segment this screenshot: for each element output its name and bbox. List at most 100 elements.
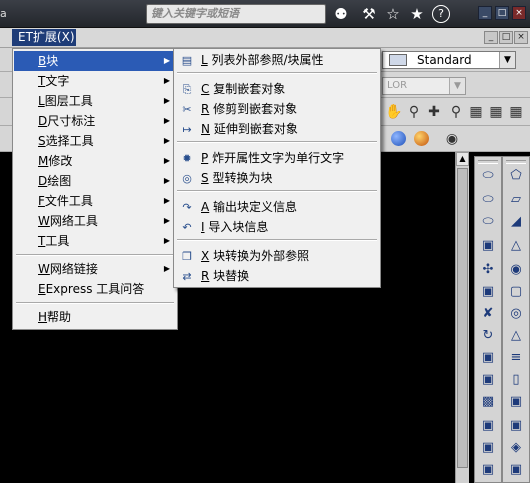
menu-item-layer-tools[interactable]: L图层工具 ▶	[14, 91, 176, 111]
vertical-scrollbar[interactable]: ▲	[455, 152, 469, 483]
move-icon[interactable]: ✣	[477, 261, 499, 279]
submenu-arrow-icon: ▶	[163, 156, 170, 165]
menu-item-modify[interactable]: M修改 ▶	[14, 151, 176, 171]
menu-accelerator: M	[38, 154, 49, 168]
ellipse-arc-icon[interactable]: ⬭	[477, 191, 499, 209]
submenu-item-explode-attr[interactable]: ✹ P 炸开属性文字为单行文字	[175, 150, 379, 167]
menu-et-extension[interactable]: ET扩展(X)	[12, 29, 76, 46]
minimize-button[interactable]: _	[478, 6, 492, 20]
offset-icon[interactable]: ▣	[477, 439, 499, 457]
text-style-dropdown[interactable]: Standard ▼	[382, 51, 516, 69]
chevron-down-icon[interactable]: ▼	[449, 78, 465, 94]
scroll-up-arrow-icon[interactable]: ▲	[456, 152, 469, 166]
menu-item-express-faq[interactable]: EExpress 工具问答	[14, 279, 176, 299]
menu-item-label: 块	[46, 54, 59, 68]
submenu-item-export-attr[interactable]: ↷ A 输出块定义信息	[175, 199, 379, 216]
ellipse-icon[interactable]: ⬭	[477, 167, 499, 185]
submenu-item-extend-nested[interactable]: ↦ N 延伸到嵌套对象	[175, 121, 379, 138]
submenu-item-block-to-xref[interactable]: ❐ X 块转换为外部参照	[175, 248, 379, 265]
menu-item-label: 绘图	[47, 174, 72, 188]
zoom-icon[interactable]: ⚲	[404, 102, 424, 122]
menu-item-draw[interactable]: D绘图 ▶	[14, 171, 176, 191]
erase-icon[interactable]: ✘	[477, 305, 499, 323]
doc-restore-button[interactable]: □	[499, 31, 513, 44]
cube-icon[interactable]: ▢	[505, 283, 527, 301]
menu-item-block[interactable]: B块 ▶	[14, 51, 176, 71]
rotate-icon[interactable]: ↻	[477, 327, 499, 345]
submenu-item-block-replace[interactable]: ⇄ R 块替换	[175, 268, 379, 285]
pan-icon[interactable]: ✋	[384, 102, 404, 122]
submenu-item-shape-to-block[interactable]: ◎ S 型转换为块	[175, 170, 379, 187]
submenu-arrow-icon: ▶	[163, 216, 170, 225]
tool-palette-icon[interactable]: ▦	[506, 102, 526, 122]
cone-icon[interactable]: △	[505, 237, 527, 255]
menu-accelerator: B	[38, 54, 47, 68]
array-icon[interactable]: ▩	[477, 393, 499, 411]
ellipse-axis-icon[interactable]: ⬭	[477, 213, 499, 231]
scale-icon[interactable]: ▣	[477, 349, 499, 367]
mirror-icon[interactable]: ▣	[477, 461, 499, 479]
copy-icon[interactable]: ▣	[477, 283, 499, 301]
render-settings-icon[interactable]: ◉	[442, 129, 462, 149]
toolbar-grip[interactable]	[478, 160, 498, 164]
explode-icon[interactable]: ▣	[477, 417, 499, 435]
menu-accelerator: X	[201, 249, 210, 263]
search-input[interactable]: 键入关键字或短语	[146, 4, 326, 24]
menu-item-text[interactable]: T文字 ▶	[14, 71, 176, 91]
star-outline-icon[interactable]: ☆	[382, 4, 404, 24]
stretch-icon[interactable]: ▣	[477, 371, 499, 389]
sphere-mesh-icon[interactable]: ◉	[505, 261, 527, 279]
menu-accelerator: W	[38, 262, 50, 276]
zoom-previous-icon[interactable]: ⚲	[446, 102, 466, 122]
polygon-face-icon[interactable]: ◢	[505, 213, 527, 231]
scroll-thumb[interactable]	[457, 168, 468, 468]
submenu-arrow-icon: ▶	[163, 56, 170, 65]
materials-icon[interactable]	[414, 131, 429, 146]
flatten-icon[interactable]: ▣	[505, 417, 527, 435]
extrude-icon[interactable]: ⬠	[505, 167, 527, 185]
doc-minimize-button[interactable]: _	[484, 31, 498, 44]
menu-accelerator: W	[38, 214, 50, 228]
wedge-icon[interactable]: ▱	[505, 191, 527, 209]
submenu-item-import-attr[interactable]: ↶ I 导入块信息	[175, 219, 379, 236]
menu-item-web-tools[interactable]: W网络工具 ▶	[14, 211, 176, 231]
key-icon[interactable]: ⚒	[358, 4, 380, 24]
interfere-icon[interactable]: ◈	[505, 439, 527, 457]
menu-item-dimension[interactable]: D尺寸标注 ▶	[14, 111, 176, 131]
toolbar-grip[interactable]	[506, 160, 526, 164]
close-button[interactable]: ×	[512, 6, 526, 20]
menu-item-selection-tools[interactable]: S选择工具 ▶	[14, 131, 176, 151]
submenu-arrow-icon: ▶	[163, 264, 170, 273]
design-center-icon[interactable]: ▦	[486, 102, 506, 122]
box-icon[interactable]: ▣	[477, 237, 499, 255]
chevron-down-icon[interactable]: ▼	[499, 52, 515, 68]
section-icon[interactable]: ▣	[505, 393, 527, 411]
layer-value: LOR	[387, 80, 408, 91]
menu-item-file-tools[interactable]: F文件工具 ▶	[14, 191, 176, 211]
doc-close-button[interactable]: ×	[514, 31, 528, 44]
submenu-item-copy-nested[interactable]: ⎘ C 复制嵌套对象	[175, 81, 379, 98]
helix-icon[interactable]: ▣	[505, 461, 527, 479]
menu-accelerator: A	[201, 200, 210, 214]
star-icon[interactable]: ★	[406, 4, 428, 24]
menu-item-help[interactable]: H帮助	[14, 307, 176, 327]
menu-item-tools[interactable]: T工具 ▶	[14, 231, 176, 251]
submenu-arrow-icon: ▶	[163, 116, 170, 125]
properties-icon[interactable]: ▦	[466, 102, 486, 122]
slice-icon[interactable]: ▯	[505, 371, 527, 389]
submenu-arrow-icon: ▶	[163, 76, 170, 85]
zoom-window-icon[interactable]: ✚	[424, 102, 444, 122]
revolve-icon[interactable]: ≡	[505, 349, 527, 367]
pyramid-icon[interactable]: △	[505, 327, 527, 345]
binoculars-icon[interactable]: ⚉	[330, 4, 352, 24]
submenu-item-trim-nested[interactable]: ✂ R 修剪到嵌套对象	[175, 101, 379, 118]
menu-separator	[177, 141, 377, 143]
submenu-item-list-xref[interactable]: ▤ L 列表外部参照/块属性	[175, 52, 379, 69]
torus-icon[interactable]: ◎	[505, 305, 527, 323]
maximize-button[interactable]: □	[495, 6, 509, 20]
render-sphere-icon[interactable]	[391, 131, 406, 146]
help-icon[interactable]: ?	[432, 5, 450, 23]
layer-dropdown[interactable]: LOR ▼	[382, 77, 466, 95]
menu-item-web-links[interactable]: W网络链接 ▶	[14, 259, 176, 279]
menu-item-label: 文件工具	[44, 194, 93, 208]
